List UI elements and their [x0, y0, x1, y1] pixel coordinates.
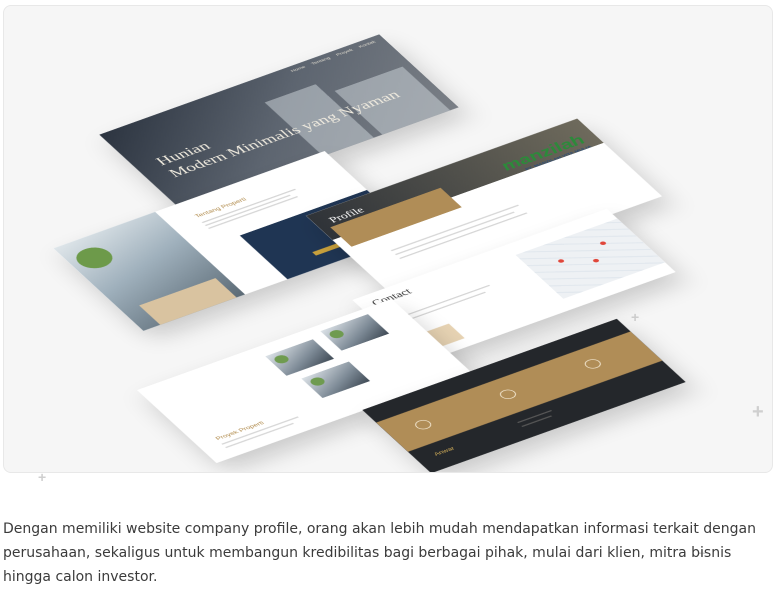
footer-logo: Anwar — [432, 445, 457, 457]
description-paragraph: Dengan memiliki website company profile,… — [3, 521, 756, 585]
mockup-nav: Home Tentang Proyek Kontak — [290, 40, 377, 73]
plus-decoration-icon: + — [631, 309, 640, 325]
portfolio-thumbnail — [320, 314, 390, 351]
portfolio-thumbnail — [301, 361, 371, 399]
nav-item: Proyek — [335, 48, 355, 58]
house-photo — [53, 211, 246, 331]
nav-item: Tentang — [310, 56, 332, 66]
plus-decoration-icon: + — [38, 469, 47, 485]
plus-decoration-icon: + — [752, 401, 764, 423]
nav-item: Home — [290, 65, 307, 74]
nav-item: Kontak — [358, 40, 378, 49]
mockup-showcase-image: + + Home Tentang Proyek Kontak Hunian Mo… — [3, 5, 773, 473]
